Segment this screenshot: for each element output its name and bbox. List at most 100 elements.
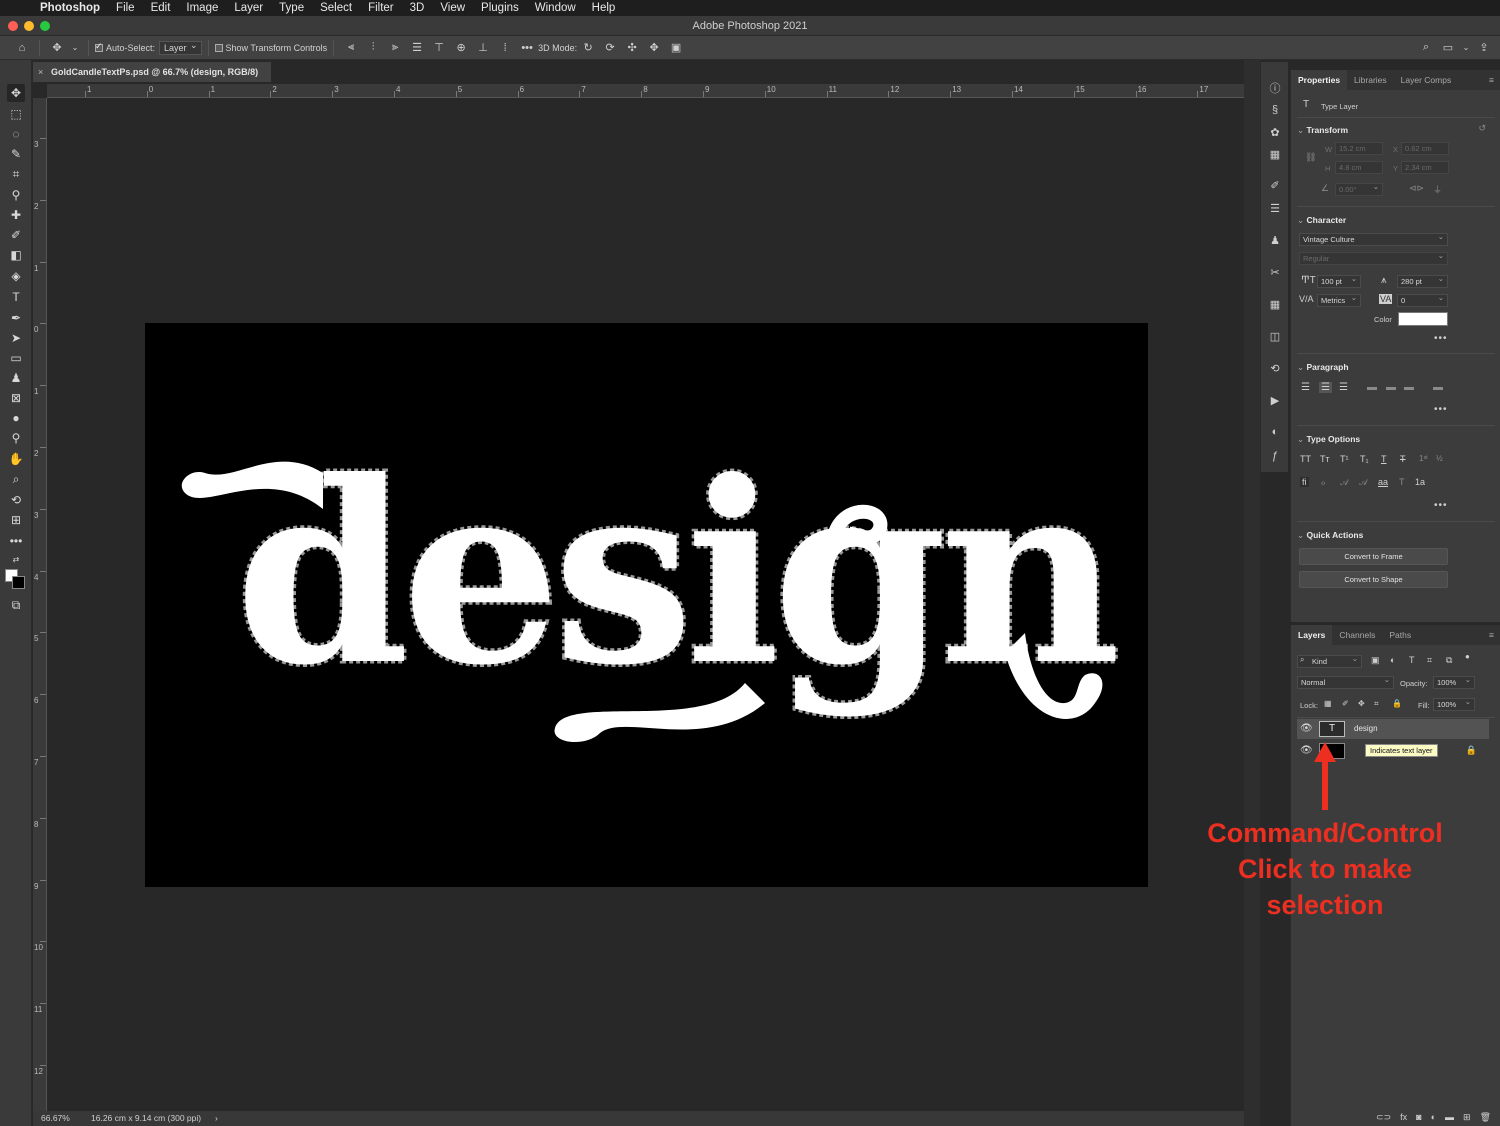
search-icon[interactable]: ⌕ bbox=[1418, 41, 1434, 55]
marquee-tool-icon[interactable]: ⬚ bbox=[7, 105, 25, 123]
clone-source-icon[interactable]: ♟ bbox=[1266, 232, 1284, 248]
adjustments-icon[interactable]: ☰ bbox=[1266, 200, 1284, 216]
lock-transparent-icon[interactable]: ▦ bbox=[1324, 699, 1332, 708]
menu-select[interactable]: Select bbox=[312, 2, 360, 14]
menu-window[interactable]: Window bbox=[527, 2, 584, 14]
stylistic-alternates-icon[interactable]: 𝒜 bbox=[1359, 477, 1368, 488]
zoom-window-button[interactable] bbox=[40, 21, 50, 31]
tool-presets-icon[interactable]: ✂ bbox=[1266, 264, 1284, 280]
align-right-icon[interactable]: ⫸ bbox=[387, 41, 403, 55]
tab-paths[interactable]: Paths bbox=[1382, 625, 1418, 645]
rotate-view-tool-icon[interactable]: ⟲ bbox=[7, 491, 25, 509]
old-style-icon[interactable]: 1a bbox=[1415, 477, 1425, 487]
info-icon[interactable]: ⓘ bbox=[1266, 80, 1284, 96]
justify-last-left-icon[interactable]: ▬ bbox=[1367, 382, 1377, 393]
ligatures-icon[interactable]: fi bbox=[1300, 477, 1309, 487]
width-field[interactable]: 15.2 cm bbox=[1335, 142, 1383, 155]
new-group-icon[interactable]: ▬ bbox=[1445, 1112, 1454, 1122]
add-mask-icon[interactable]: ◙ bbox=[1416, 1112, 1421, 1122]
new-adjustment-icon[interactable]: ◐ bbox=[1431, 1112, 1436, 1122]
brush-tool-icon[interactable]: ✐ bbox=[7, 226, 25, 244]
menu-file[interactable]: File bbox=[108, 2, 143, 14]
hand-tool-icon[interactable]: ✋ bbox=[7, 450, 25, 468]
brush-settings-icon[interactable]: ✐ bbox=[1266, 177, 1284, 193]
canvas-area[interactable]: design design bbox=[47, 98, 1244, 1111]
more-paragraph-options-icon[interactable]: ••• bbox=[1434, 404, 1448, 415]
navigator-icon[interactable]: ◐ bbox=[1266, 424, 1284, 440]
layer-filter-dropdown[interactable]: Kind bbox=[1297, 653, 1362, 668]
lock-all-icon[interactable]: 🔒 bbox=[1392, 699, 1402, 708]
auto-select-dropdown[interactable]: Layer bbox=[159, 39, 202, 55]
small-caps-icon[interactable]: Tт bbox=[1320, 454, 1330, 464]
swash-icon[interactable]: 𝒜 bbox=[1340, 477, 1349, 488]
panel-menu-icon[interactable]: ≡ bbox=[1489, 70, 1500, 90]
y-field[interactable]: 2.34 cm bbox=[1401, 161, 1449, 174]
lock-position-icon[interactable]: ✥ bbox=[1358, 699, 1365, 708]
font-size-field[interactable]: 100 pt bbox=[1317, 273, 1361, 288]
layers-menu-icon[interactable]: ≡ bbox=[1489, 625, 1500, 645]
flip-vertical-icon[interactable]: ⏚ bbox=[1433, 183, 1442, 196]
all-caps-icon[interactable]: TT bbox=[1300, 454, 1311, 464]
menu-view[interactable]: View bbox=[432, 2, 473, 14]
more-type-options-icon[interactable]: ••• bbox=[1434, 500, 1448, 511]
distribute-vertical-icon[interactable]: ⁞ bbox=[497, 41, 513, 55]
paragraph-header[interactable]: Paragraph bbox=[1297, 362, 1348, 373]
distribute-icon[interactable]: ☰ bbox=[409, 41, 425, 55]
ordinals-icon[interactable]: 1ˢᵗ bbox=[1419, 454, 1428, 463]
gradients-icon[interactable]: ◫ bbox=[1266, 328, 1284, 344]
align-text-center-icon[interactable]: ☰ bbox=[1319, 382, 1332, 393]
glyphs-icon[interactable]: § bbox=[1266, 102, 1284, 118]
color-icon[interactable]: ✿ bbox=[1266, 124, 1284, 140]
underline-icon[interactable]: T bbox=[1381, 454, 1387, 464]
3d-camera-icon[interactable]: ▣ bbox=[668, 41, 684, 55]
filter-shape-icon[interactable]: ⌗ bbox=[1427, 655, 1432, 666]
x-field[interactable]: 0.62 cm bbox=[1401, 142, 1449, 155]
path-select-tool-icon[interactable]: ➤ bbox=[7, 329, 25, 347]
menu-help[interactable]: Help bbox=[584, 2, 624, 14]
workspace-icon[interactable]: ▭ bbox=[1440, 41, 1456, 55]
justify-all-icon[interactable]: ▬ bbox=[1433, 382, 1443, 393]
tab-layers[interactable]: Layers bbox=[1291, 625, 1333, 645]
height-field[interactable]: 4.8 cm bbox=[1335, 161, 1383, 174]
titling-alternates-icon[interactable]: aa bbox=[1378, 477, 1388, 487]
align-text-left-icon[interactable]: ☰ bbox=[1301, 382, 1310, 393]
convert-to-frame-button[interactable]: Convert to Frame bbox=[1299, 548, 1448, 565]
home-icon[interactable]: ⌂ bbox=[14, 41, 30, 55]
chevron-right-icon[interactable]: › bbox=[215, 1111, 218, 1126]
minimize-window-button[interactable] bbox=[24, 21, 34, 31]
horizontal-ruler[interactable]: 1 0 1 2 3 4 5 6 7 8 9 10 11 12 13 14 15 16 17 bbox=[47, 84, 1244, 98]
align-center-icon[interactable]: ⫶ bbox=[365, 41, 381, 55]
filter-smart-object-icon[interactable]: ⧉ bbox=[1446, 655, 1452, 666]
fill-field[interactable]: 100% bbox=[1433, 696, 1475, 711]
filter-type-icon[interactable]: T bbox=[1409, 655, 1415, 665]
3d-pan-icon[interactable]: ✣ bbox=[624, 41, 640, 55]
ordinals-alt-icon[interactable]: T bbox=[1399, 477, 1405, 487]
eraser-tool-icon[interactable]: ◧ bbox=[7, 246, 25, 264]
paint-bucket-tool-icon[interactable]: ◈ bbox=[7, 267, 25, 285]
move-icon[interactable]: ✥ bbox=[49, 41, 65, 55]
stamp-tool-icon[interactable]: ♟ bbox=[7, 369, 25, 387]
chevron-down-icon[interactable]: ⌄ bbox=[71, 41, 79, 55]
auto-select-checkbox[interactable] bbox=[95, 41, 103, 52]
tab-channels[interactable]: Channels bbox=[1332, 625, 1382, 645]
show-transform-checkbox[interactable] bbox=[214, 43, 223, 52]
actions-icon[interactable]: ▶ bbox=[1266, 392, 1284, 408]
kerning-field[interactable]: Metrics bbox=[1317, 292, 1361, 307]
justify-last-right-icon[interactable]: ▬ bbox=[1404, 382, 1414, 393]
crop-tool-icon[interactable]: ⌗ bbox=[7, 165, 25, 183]
share-icon[interactable]: ⇪ bbox=[1476, 41, 1492, 55]
layer-row-design[interactable]: 👁 T design bbox=[1297, 719, 1489, 739]
layer-name[interactable]: design bbox=[1354, 724, 1378, 733]
convert-to-shape-button[interactable]: Convert to Shape bbox=[1299, 571, 1448, 588]
opacity-field[interactable]: 100% bbox=[1433, 674, 1475, 689]
justify-last-center-icon[interactable]: ▬ bbox=[1386, 382, 1396, 393]
tab-properties[interactable]: Properties bbox=[1291, 70, 1348, 90]
lock-pixels-icon[interactable]: ✐ bbox=[1342, 699, 1349, 708]
type-options-header[interactable]: Type Options bbox=[1297, 434, 1360, 445]
quick-select-tool-icon[interactable]: ✎ bbox=[7, 145, 25, 163]
zoom-level[interactable]: 66.67% bbox=[41, 1111, 70, 1126]
text-color-swatch[interactable] bbox=[1398, 312, 1448, 326]
type-tool-icon[interactable]: T bbox=[7, 288, 25, 306]
menu-layer[interactable]: Layer bbox=[226, 2, 271, 14]
angle-field[interactable]: 0.00° bbox=[1335, 181, 1383, 196]
